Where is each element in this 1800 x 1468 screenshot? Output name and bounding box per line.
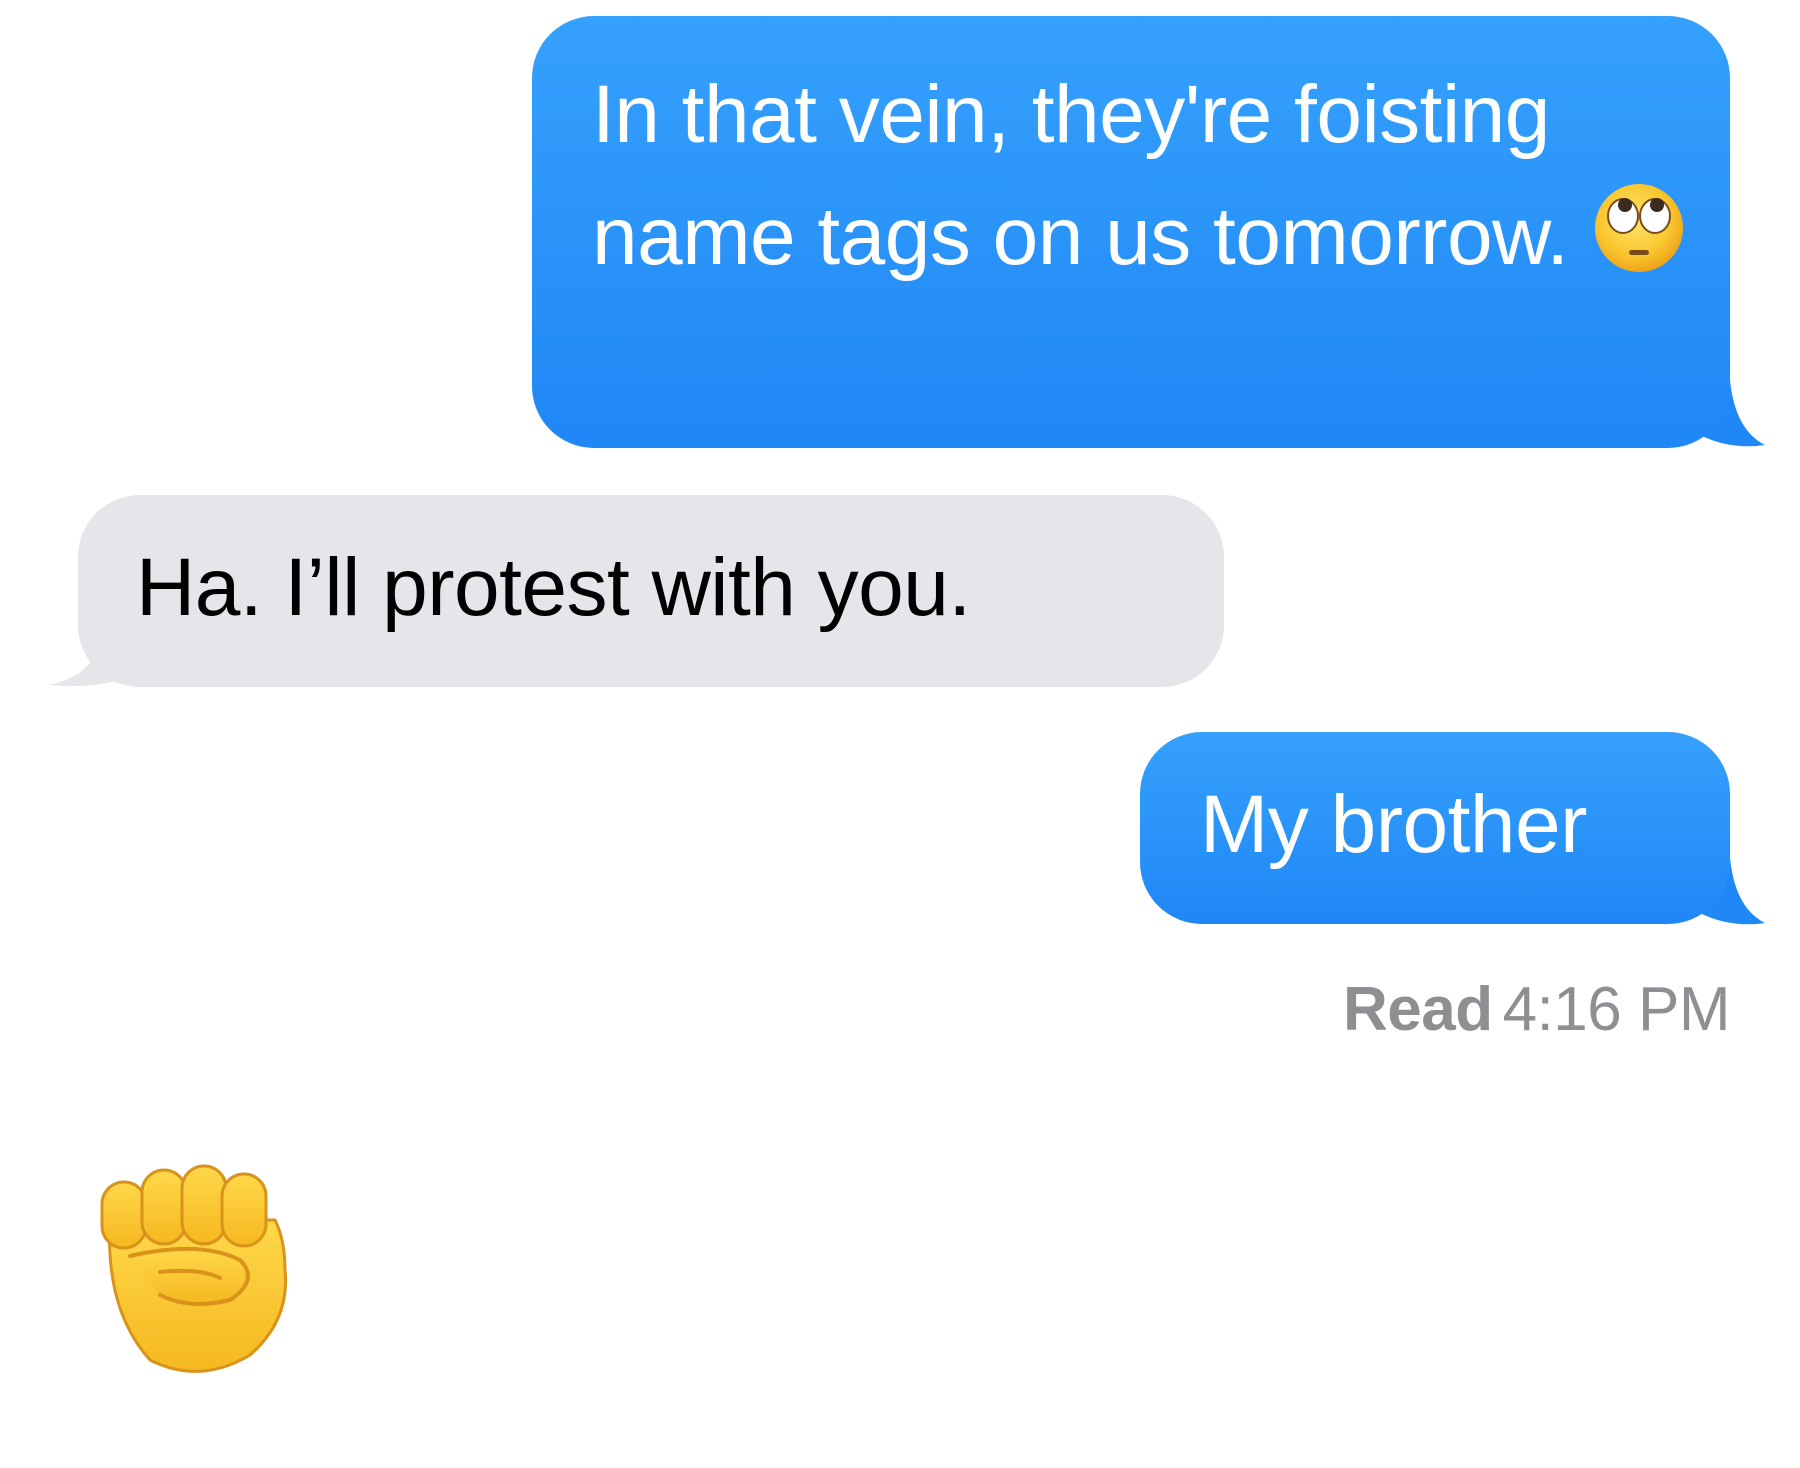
read-receipt: Read 4:16 PM <box>1342 970 1731 1050</box>
raised-fist-icon[interactable] <box>90 1160 300 1385</box>
received-message-bubble[interactable]: Ha. I’ll protest with you. <box>78 495 1224 687</box>
sent-message-bubble[interactable]: My brother <box>1140 732 1730 924</box>
message-text: In that vein, they're foisting name tags… <box>592 69 1569 282</box>
message-text: Ha. I’ll protest with you. <box>136 542 971 633</box>
message-text: My brother <box>1200 779 1587 870</box>
sent-message-bubble[interactable]: In that vein, they're foisting name tags… <box>532 16 1730 448</box>
face-with-rolling-eyes-icon <box>1591 180 1687 310</box>
read-receipt-time: 4:16 PM <box>1502 975 1731 1044</box>
read-receipt-label: Read <box>1342 975 1493 1044</box>
